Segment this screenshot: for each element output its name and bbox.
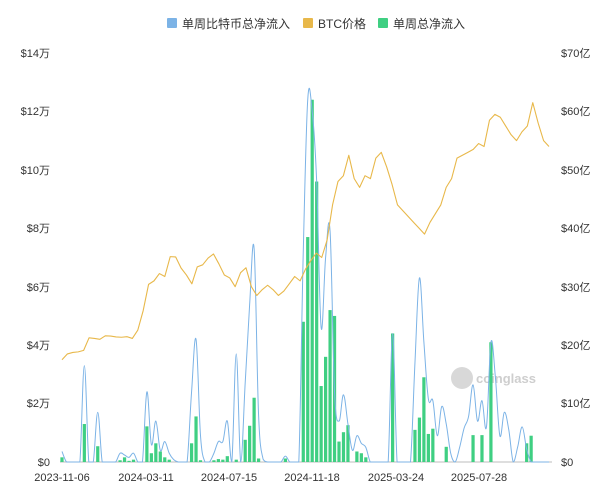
legend-item-total-flow[interactable]: 单周总净流入: [378, 17, 465, 31]
legend-item-btc-price[interactable]: BTC价格: [303, 16, 366, 31]
total-flow-bar[interactable]: [471, 435, 475, 462]
total-flow-bar[interactable]: [283, 458, 288, 462]
x-tick-label: 2025-03-24: [368, 472, 424, 484]
y-left-tick-label: $0: [38, 457, 50, 469]
y-left-tick-label: $8万: [27, 223, 50, 235]
total-flow-bar[interactable]: [422, 377, 426, 462]
total-flow-bar[interactable]: [82, 424, 86, 462]
total-flow-bar[interactable]: [256, 458, 261, 462]
y-right-tick-label: $30亿: [561, 281, 590, 294]
y-right-tick-label: $60亿: [561, 105, 590, 118]
total-flow-bar[interactable]: [480, 435, 484, 462]
total-flow-bar[interactable]: [364, 457, 368, 462]
btc-price-line[interactable]: [61, 102, 550, 361]
y-left-tick-label: $14万: [21, 48, 50, 60]
total-flow-bar[interactable]: [426, 433, 430, 462]
total-flow-bar[interactable]: [131, 459, 136, 462]
y-axis-right: $0 $10亿 $20亿 $30亿 $40亿 $50亿 $60亿 $70亿: [561, 47, 590, 469]
y-right-tick-label: $70亿: [561, 47, 590, 60]
x-axis: 2023-11-06 2024-03-11 2024-07-15 2024-11…: [34, 472, 507, 484]
legend-item-btc-flow[interactable]: 单周比特币总净流入: [167, 16, 290, 31]
coinglass-logo-icon: [451, 367, 473, 389]
total-flow-bar[interactable]: [149, 453, 153, 462]
total-flow-bar[interactable]: [243, 439, 247, 462]
total-flow-bar[interactable]: [359, 453, 363, 462]
total-flow-bar[interactable]: [529, 435, 533, 462]
total-flow-bar[interactable]: [60, 457, 64, 462]
total-flow-bar[interactable]: [194, 416, 198, 462]
total-flow-bar[interactable]: [96, 446, 100, 462]
total-flow-bar[interactable]: [444, 446, 448, 462]
line-series-group: [61, 87, 550, 463]
watermark: coinglass: [451, 367, 536, 389]
y-right-tick-label: $40亿: [561, 222, 590, 235]
y-left-tick-label: $10万: [21, 165, 50, 177]
total-flow-bar[interactable]: [319, 386, 323, 462]
total-flow-bar[interactable]: [252, 397, 256, 462]
x-tick-label: 2024-07-15: [201, 472, 257, 484]
y-right-tick-label: $0: [561, 457, 573, 469]
legend: 单周比特币总净流入 BTC价格 单周总净流入: [167, 16, 465, 31]
total-flow-bar[interactable]: [341, 432, 346, 462]
total-flow-bar[interactable]: [225, 456, 229, 462]
legend-swatch-btc-price: [303, 18, 313, 28]
total-flow-bar[interactable]: [417, 417, 422, 462]
y-right-tick-label: $50亿: [561, 164, 590, 177]
total-flow-bar[interactable]: [306, 237, 310, 462]
total-flow-bar[interactable]: [212, 460, 216, 462]
legend-label-total-flow: 单周总净流入: [393, 17, 465, 31]
total-flow-bar[interactable]: [324, 356, 328, 462]
watermark-text: coinglass: [476, 371, 536, 386]
legend-label-btc-price: BTC价格: [318, 16, 366, 31]
total-flow-bar[interactable]: [328, 310, 332, 462]
x-tick-label: 2023-11-06: [34, 472, 89, 484]
x-tick-label: 2025-07-28: [451, 472, 507, 484]
total-flow-bar[interactable]: [198, 460, 203, 462]
total-flow-bar[interactable]: [127, 460, 131, 462]
total-flow-bar[interactable]: [355, 451, 359, 462]
total-flow-bar[interactable]: [337, 441, 341, 462]
total-flow-bar[interactable]: [221, 459, 225, 462]
total-flow-bar[interactable]: [413, 429, 417, 462]
y-right-tick-label: $10亿: [561, 397, 590, 410]
legend-swatch-total-flow: [378, 18, 388, 28]
total-flow-bar[interactable]: [216, 459, 220, 462]
y-left-tick-label: $12万: [21, 106, 50, 118]
total-flow-bar[interactable]: [248, 425, 252, 462]
total-flow-bar[interactable]: [301, 321, 305, 462]
total-flow-bar[interactable]: [234, 459, 238, 462]
total-flow-bar[interactable]: [310, 99, 314, 463]
total-flow-bar[interactable]: [167, 459, 171, 462]
total-flow-bar[interactable]: [189, 443, 194, 462]
total-flow-bar[interactable]: [145, 426, 149, 462]
y-left-tick-label: $4万: [27, 340, 50, 352]
x-tick-label: 2024-11-18: [284, 472, 339, 484]
total-flow-bar[interactable]: [122, 457, 127, 462]
total-flow-bar[interactable]: [163, 457, 167, 462]
legend-label-btc-flow: 单周比特币总净流入: [182, 16, 290, 31]
etf-flow-chart: 单周比特币总净流入 BTC价格 单周总净流入 $0 $2万 $4万 $6万 $8…: [21, 16, 591, 484]
y-left-tick-label: $6万: [27, 282, 50, 294]
y-right-tick-label: $20亿: [561, 339, 590, 352]
y-axis-left: $0 $2万 $4万 $6万 $8万 $10万 $12万 $14万: [21, 48, 50, 469]
total-flow-bar[interactable]: [118, 460, 122, 462]
total-flow-bar[interactable]: [154, 443, 158, 462]
total-flow-bar[interactable]: [158, 451, 162, 462]
legend-swatch-btc-flow: [167, 18, 177, 28]
y-left-tick-label: $2万: [27, 398, 50, 410]
bar-series-group: [60, 99, 533, 463]
btc-flow-line[interactable]: [61, 87, 549, 463]
x-tick-label: 2024-03-11: [118, 472, 173, 484]
total-flow-bar[interactable]: [431, 428, 435, 462]
